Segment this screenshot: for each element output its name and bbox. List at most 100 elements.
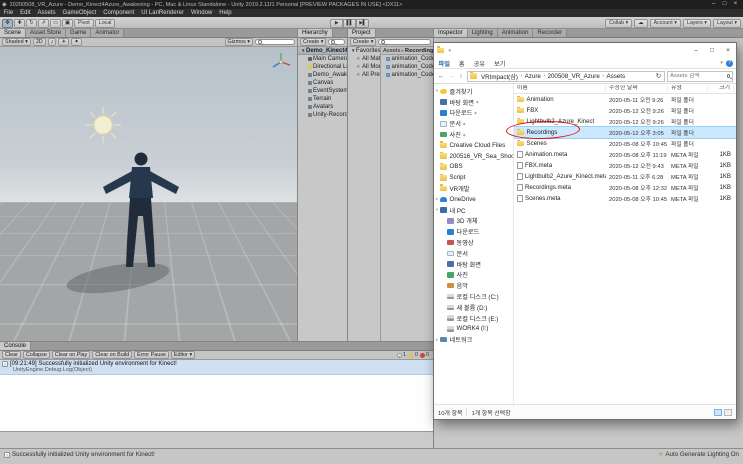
menu-assets[interactable]: Assets xyxy=(34,9,59,17)
nav-network[interactable]: ▸ 네트워크 xyxy=(434,334,513,345)
explorer-minimize-button[interactable]: – xyxy=(688,43,704,58)
nav-disk-e[interactable]: 로컬 디스크 (E:) xyxy=(434,313,513,324)
console-collapse-button[interactable]: Collapse xyxy=(22,350,50,360)
file-row-fbx-meta[interactable]: FBX.meta 2020-05-12 오전 9:43 META 파일 1KB xyxy=(514,160,736,171)
scene-orientation-gizmo[interactable] xyxy=(269,50,293,74)
scene-viewport[interactable] xyxy=(0,47,297,341)
console-log-entry[interactable]: ! [09:21:49] Successfully initialized Un… xyxy=(0,360,433,375)
play-button[interactable]: ▶ xyxy=(330,18,343,28)
file-row-lightbulb-meta[interactable]: Lightbulb2_Azure_Kinect.meta 2020-05-11 … xyxy=(514,171,736,182)
close-button[interactable]: × xyxy=(730,0,741,9)
file-row-animation-meta[interactable]: Animation.meta 2020-05-08 오후 11:19 META 파… xyxy=(514,149,736,160)
tab-inspector[interactable]: Inspector xyxy=(434,29,468,37)
rect-tool-button[interactable]: ▭ xyxy=(50,18,61,28)
up-button[interactable]: ↑ xyxy=(457,73,465,80)
tab-game[interactable]: Game xyxy=(66,29,92,37)
crumb-root[interactable]: VRImpact(삼) xyxy=(481,72,518,81)
project-create-dropdown[interactable]: Create ▾ xyxy=(350,37,377,47)
favorite-all-materials[interactable]: ★All Materials xyxy=(348,55,380,63)
project-file-row[interactable]: animation_CodeMan_006 xyxy=(381,71,433,79)
tab-console[interactable]: Console xyxy=(0,342,32,350)
nav-vr-dev[interactable]: VR개발 xyxy=(434,183,513,194)
address-input[interactable]: VRImpact(삼) › Azure › 200508_VR_Azure › … xyxy=(467,70,665,82)
ribbon-tab-view[interactable]: 보기 xyxy=(489,59,509,68)
nav-work4[interactable]: WORK4 (I:) xyxy=(434,324,513,335)
crumb-project[interactable]: 200508_VR_Azure xyxy=(548,73,600,80)
rotate-tool-button[interactable]: ↻ xyxy=(26,18,37,28)
tab-hierarchy[interactable]: Hierarchy xyxy=(298,29,333,37)
favorite-all-prefabs[interactable]: ★All Prefabs xyxy=(348,71,380,79)
explorer-search-input[interactable] xyxy=(670,73,727,79)
nav-disk-c[interactable]: 로컬 디스크 (C:) xyxy=(434,291,513,302)
favorites-header[interactable]: ▼ Favorites xyxy=(348,47,380,55)
file-row-lightbulb[interactable]: Lightbulb2_Azure_Kinect 2020-05-12 오전 9:… xyxy=(514,116,736,127)
scene-search-input[interactable] xyxy=(255,39,295,45)
breadcrumb-assets[interactable]: Assets xyxy=(383,48,400,54)
pivot-toggle-button[interactable]: Pivot xyxy=(74,18,94,28)
explorer-close-button[interactable]: × xyxy=(720,43,736,58)
console-clear-on-build-button[interactable]: Clear on Build xyxy=(92,350,133,360)
ribbon-tab-home[interactable]: 홈 xyxy=(454,59,469,68)
console-clear-on-play-button[interactable]: Clear on Play xyxy=(51,350,91,360)
minimize-button[interactable]: – xyxy=(708,0,719,9)
project-file-row[interactable]: animation_CodeMan_004 xyxy=(381,55,433,63)
menu-component[interactable]: Component xyxy=(100,9,138,17)
project-file-row[interactable]: animation_CodeMan_005 xyxy=(381,63,433,71)
nav-pc-documents[interactable]: 문서 xyxy=(434,248,513,259)
tab-animator[interactable]: Animator xyxy=(91,29,125,37)
nav-pc-desktop[interactable]: 바탕 화면 xyxy=(434,259,513,270)
tab-asset-store[interactable]: Asset Store xyxy=(26,29,67,37)
nav-downloads[interactable]: 다운로드 ◆ xyxy=(434,108,513,119)
ribbon-tab-share[interactable]: 공유 xyxy=(469,59,489,68)
column-name[interactable]: 이름 xyxy=(514,85,606,92)
nav-this-pc[interactable]: ▾ 내 PC xyxy=(434,205,513,216)
explorer-maximize-button[interactable]: □ xyxy=(704,43,720,58)
favorite-all-models[interactable]: ★All Models xyxy=(348,63,380,71)
forward-button[interactable]: → xyxy=(447,73,455,80)
details-view-button[interactable] xyxy=(714,408,722,416)
file-row-scenes-meta[interactable]: Scenes.meta 2020-05-08 오후 10:45 META 파일 1K… xyxy=(514,193,736,204)
crumb-assets[interactable]: Assets xyxy=(606,73,625,80)
move-tool-button[interactable]: ✚ xyxy=(14,18,25,28)
hierarchy-item-unity-recorder[interactable]: Unity-Recorder xyxy=(298,111,347,119)
nav-3d-objects[interactable]: 3D 개체 xyxy=(434,216,513,227)
tab-lighting[interactable]: Lighting xyxy=(467,29,498,37)
help-icon[interactable]: ? xyxy=(726,59,733,67)
nav-vr-sea-shooting[interactable]: 200516_VR_Sea_Shooting xyxy=(434,151,513,162)
nav-pc-pictures[interactable]: 사진 xyxy=(434,270,513,281)
file-row-animation[interactable]: Animation 2020-05-11 오전 9:26 파일 폴더 xyxy=(514,94,736,105)
nav-obs[interactable]: OBS xyxy=(434,162,513,173)
scale-tool-button[interactable]: ⇗ xyxy=(38,18,49,28)
breadcrumb-recordings[interactable]: Recordings xyxy=(405,48,433,54)
hierarchy-item-avatars[interactable]: Avatars xyxy=(298,103,347,111)
hierarchy-create-dropdown[interactable]: Create ▾ xyxy=(300,37,327,47)
hierarchy-item-directional-light[interactable]: Directional Light xyxy=(298,63,347,71)
menu-edit[interactable]: Edit xyxy=(17,9,34,17)
warning-count-toggle[interactable]: 0 xyxy=(407,352,418,358)
console-clear-button[interactable]: Clear xyxy=(2,350,21,360)
menu-gameobject[interactable]: GameObject xyxy=(59,9,100,17)
menu-file[interactable]: File xyxy=(0,9,17,17)
explorer-titlebar[interactable]: ▾ – □ × xyxy=(434,43,736,58)
file-row-fbx[interactable]: FBX 2020-05-12 오전 9:26 파일 폴더 xyxy=(514,105,736,116)
menu-window[interactable]: Window xyxy=(187,9,215,17)
quick-access-toolbar-dropdown[interactable]: ▾ xyxy=(449,48,452,54)
hierarchy-item-eventsystem[interactable]: EventSystem xyxy=(298,87,347,95)
error-count-toggle[interactable]: 0 xyxy=(419,352,429,358)
local-toggle-button[interactable]: Local xyxy=(94,18,116,28)
hand-tool-button[interactable]: ✥ xyxy=(2,18,13,28)
2d-toggle-button[interactable]: 2D xyxy=(32,37,46,47)
maximize-button[interactable]: □ xyxy=(719,0,730,9)
nav-creative-cloud[interactable]: Creative Cloud Files xyxy=(434,140,513,151)
step-button[interactable]: ▶▌ xyxy=(356,18,369,28)
layers-dropdown[interactable]: Layers ▾ xyxy=(682,18,711,28)
menu-help[interactable]: Help xyxy=(216,9,235,17)
shading-mode-dropdown[interactable]: Shaded ▾ xyxy=(2,37,31,47)
menu-custom[interactable]: UI LanRenderer xyxy=(138,9,188,17)
auto-generate-lighting-button[interactable]: ☀ Auto Generate Lighting On xyxy=(658,451,739,458)
status-message[interactable]: Successfully initialized Unity environme… xyxy=(12,451,155,458)
collab-dropdown[interactable]: Collab ▾ xyxy=(605,18,633,28)
scene-lighting-button[interactable]: ☀ xyxy=(58,37,70,47)
pause-button[interactable]: ▌▌ xyxy=(343,18,356,28)
tab-animation[interactable]: Animation xyxy=(497,29,534,37)
